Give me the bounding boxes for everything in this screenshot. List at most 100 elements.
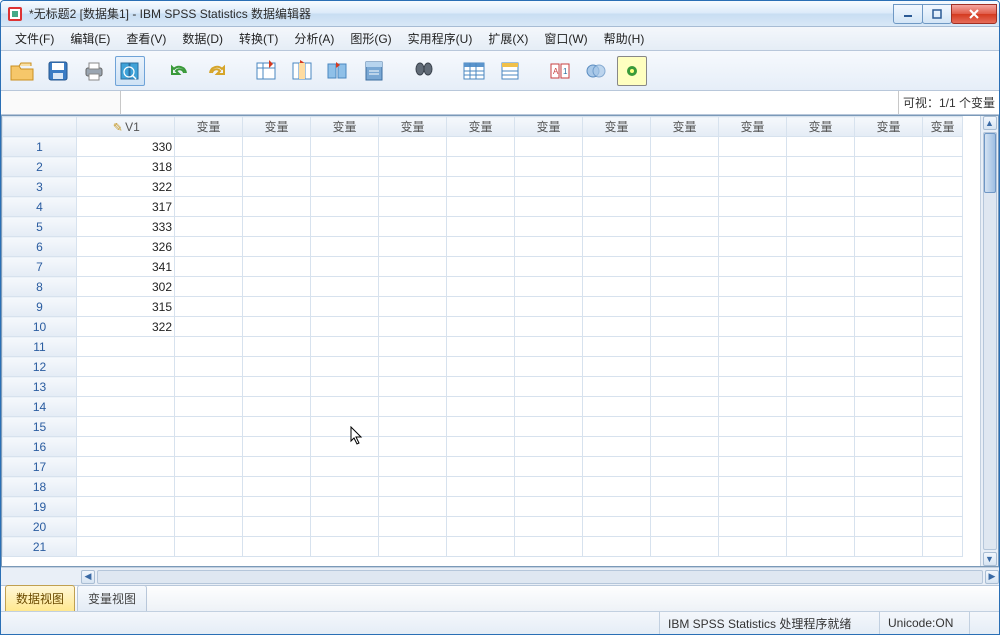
data-cell[interactable]	[651, 137, 719, 157]
menu-data[interactable]: 数据(D)	[174, 27, 231, 50]
goto-variable-icon[interactable]	[287, 56, 317, 86]
data-cell[interactable]	[447, 337, 515, 357]
data-cell[interactable]	[719, 417, 787, 437]
data-cell[interactable]	[379, 137, 447, 157]
data-cell[interactable]	[583, 437, 651, 457]
split-file-icon[interactable]: A1	[545, 56, 575, 86]
data-cell[interactable]	[855, 457, 923, 477]
data-cell[interactable]	[515, 317, 583, 337]
data-cell[interactable]	[923, 397, 963, 417]
data-cell[interactable]	[175, 277, 243, 297]
data-grid[interactable]: V1 变量 变量 变量 变量 变量 变量 变量 变量 变量 变量 变量 变量	[1, 115, 999, 567]
data-cell[interactable]	[515, 217, 583, 237]
data-cell[interactable]	[923, 257, 963, 277]
data-cell[interactable]	[379, 477, 447, 497]
data-cell[interactable]	[583, 217, 651, 237]
undo-icon[interactable]	[165, 56, 195, 86]
data-cell[interactable]	[447, 377, 515, 397]
data-cell[interactable]: 326	[77, 237, 175, 257]
find-icon[interactable]	[409, 56, 439, 86]
data-cell[interactable]: 322	[77, 317, 175, 337]
data-cell[interactable]	[311, 377, 379, 397]
data-cell[interactable]	[311, 337, 379, 357]
data-cell[interactable]	[175, 217, 243, 237]
tab-variable-view[interactable]: 变量视图	[77, 585, 147, 611]
column-header-v1[interactable]: V1	[77, 117, 175, 137]
table-row[interactable]: 16	[3, 437, 963, 457]
vertical-scroll-thumb[interactable]	[984, 133, 996, 193]
data-cell[interactable]	[719, 437, 787, 457]
data-cell[interactable]	[379, 377, 447, 397]
data-cell[interactable]	[787, 397, 855, 417]
data-cell[interactable]	[787, 537, 855, 557]
data-cell[interactable]	[311, 297, 379, 317]
row-header[interactable]: 14	[3, 397, 77, 417]
row-header[interactable]: 12	[3, 357, 77, 377]
data-cell[interactable]	[855, 137, 923, 157]
row-header[interactable]: 18	[3, 477, 77, 497]
data-cell[interactable]	[855, 157, 923, 177]
data-cell[interactable]	[855, 477, 923, 497]
data-cell[interactable]	[651, 157, 719, 177]
vertical-scrollbar[interactable]: ▲ ▼	[980, 116, 998, 566]
data-cell[interactable]	[719, 257, 787, 277]
data-cell[interactable]	[311, 137, 379, 157]
data-cell[interactable]	[923, 517, 963, 537]
menu-window[interactable]: 窗口(W)	[536, 27, 595, 50]
data-cell[interactable]	[515, 517, 583, 537]
data-cell[interactable]	[651, 297, 719, 317]
minimize-button[interactable]	[893, 4, 923, 24]
row-header[interactable]: 9	[3, 297, 77, 317]
data-cell[interactable]	[447, 497, 515, 517]
data-cell[interactable]	[583, 497, 651, 517]
data-cell[interactable]	[651, 217, 719, 237]
data-cell[interactable]: 302	[77, 277, 175, 297]
data-cell[interactable]	[923, 537, 963, 557]
data-cell[interactable]	[243, 397, 311, 417]
data-cell[interactable]	[719, 497, 787, 517]
data-cell[interactable]	[787, 317, 855, 337]
data-cell[interactable]	[447, 197, 515, 217]
data-cell[interactable]	[787, 197, 855, 217]
data-cell[interactable]	[923, 197, 963, 217]
data-cell[interactable]	[243, 317, 311, 337]
data-cell[interactable]	[311, 157, 379, 177]
data-cell[interactable]	[583, 297, 651, 317]
name-box[interactable]	[1, 91, 121, 114]
data-cell[interactable]	[77, 477, 175, 497]
data-cell[interactable]	[515, 437, 583, 457]
data-cell[interactable]	[243, 517, 311, 537]
data-cell[interactable]	[515, 237, 583, 257]
data-cell[interactable]	[243, 477, 311, 497]
data-cell[interactable]	[855, 237, 923, 257]
data-cell[interactable]	[243, 197, 311, 217]
data-cell[interactable]	[447, 357, 515, 377]
data-cell[interactable]	[175, 517, 243, 537]
data-cell[interactable]	[447, 257, 515, 277]
data-cell[interactable]	[77, 457, 175, 477]
table-row[interactable]: 20	[3, 517, 963, 537]
data-cell[interactable]	[379, 297, 447, 317]
data-cell[interactable]	[855, 377, 923, 397]
column-header-empty[interactable]: 变量	[719, 117, 787, 137]
table-row[interactable]: 10322	[3, 317, 963, 337]
column-header-empty[interactable]: 变量	[787, 117, 855, 137]
data-cell[interactable]	[311, 197, 379, 217]
data-cell[interactable]	[243, 217, 311, 237]
data-cell[interactable]	[583, 277, 651, 297]
data-cell[interactable]	[651, 417, 719, 437]
data-cell[interactable]	[787, 497, 855, 517]
data-cell[interactable]	[175, 377, 243, 397]
data-cell[interactable]	[175, 337, 243, 357]
data-cell[interactable]	[923, 237, 963, 257]
data-cell[interactable]	[583, 237, 651, 257]
menu-file[interactable]: 文件(F)	[7, 27, 62, 50]
insert-variable-icon[interactable]	[495, 56, 525, 86]
open-file-icon[interactable]	[7, 56, 37, 86]
data-cell[interactable]	[175, 197, 243, 217]
data-cell[interactable]	[515, 197, 583, 217]
scroll-up-icon[interactable]: ▲	[983, 116, 997, 130]
data-cell[interactable]	[583, 377, 651, 397]
data-cell[interactable]	[787, 377, 855, 397]
menu-graphs[interactable]: 图形(G)	[342, 27, 399, 50]
